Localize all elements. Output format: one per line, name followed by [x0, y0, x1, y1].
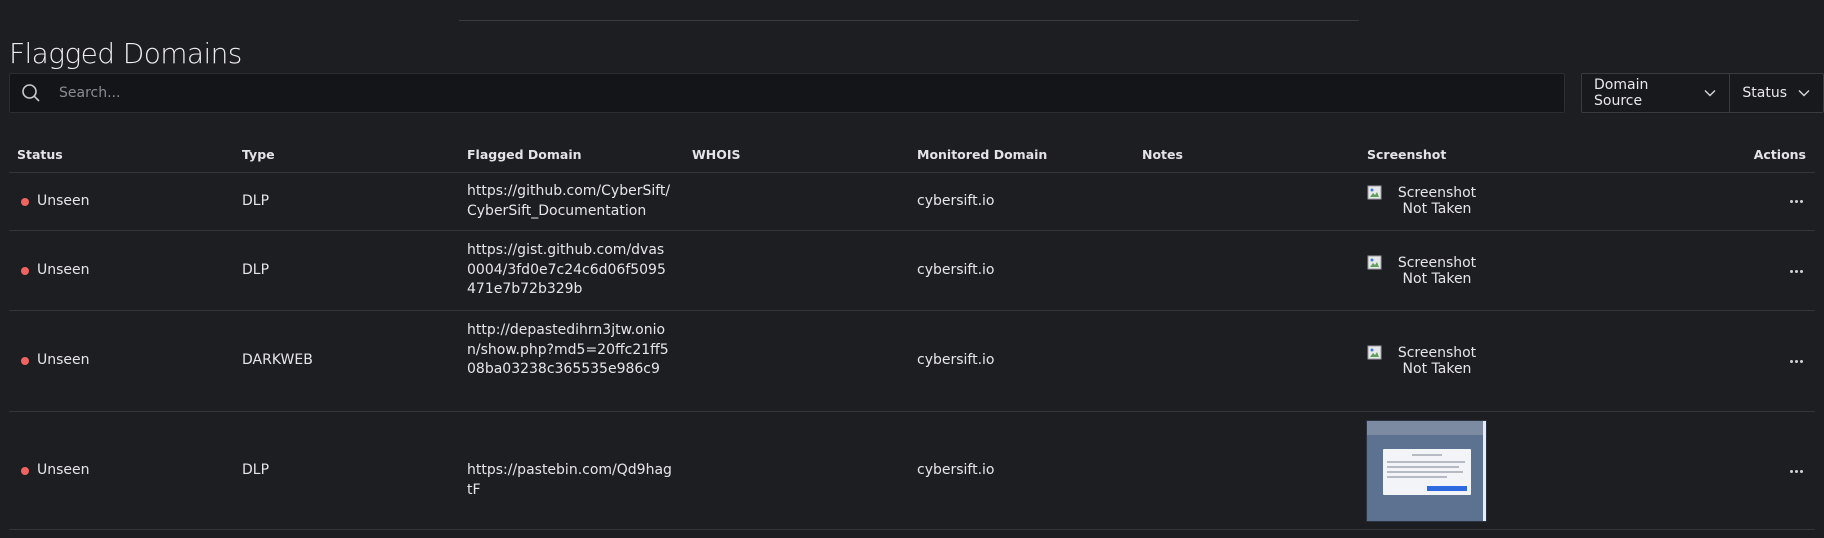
row-actions-button[interactable]	[1790, 200, 1803, 203]
status-cell: Unseen	[21, 261, 90, 280]
table-row[interactable]: Unseen DARKWEB http://depastedihrn3jtw.o…	[9, 311, 1815, 412]
row-actions-button[interactable]	[1790, 470, 1803, 473]
status-dot-icon	[21, 356, 29, 365]
more-horizontal-icon	[1790, 200, 1793, 203]
status-cell: Unseen	[21, 351, 90, 370]
status-dot-icon	[21, 197, 29, 206]
status-filter-button[interactable]: Status	[1729, 74, 1823, 112]
screenshot-alt-text: Screenshot Not Taken	[1397, 185, 1477, 217]
row-actions-button[interactable]	[1790, 270, 1803, 273]
broken-image-icon	[1367, 185, 1383, 201]
status-label: Unseen	[37, 262, 90, 278]
domain-source-filter-label: Domain Source	[1594, 77, 1649, 109]
status-label: Unseen	[37, 193, 90, 209]
column-header-monitored-domain[interactable]: Monitored Domain	[917, 147, 1047, 162]
page-title: Flagged Domains	[9, 37, 242, 70]
column-header-screenshot[interactable]: Screenshot	[1367, 147, 1446, 162]
status-dot-icon	[21, 466, 29, 475]
screenshot-alt-text: Screenshot Not Taken	[1397, 255, 1477, 287]
status-label: Unseen	[37, 462, 90, 478]
broken-image-icon	[1367, 345, 1383, 361]
screenshot-alt-text: Screenshot Not Taken	[1397, 345, 1477, 377]
type-cell: DLP	[242, 262, 270, 278]
flagged-domain-link[interactable]: https://github.com/CyberSift/CyberSift_D…	[467, 182, 673, 221]
screenshot-thumbnail[interactable]	[1366, 420, 1487, 522]
monitored-domain-cell: cybersift.io	[917, 193, 995, 209]
chevron-down-icon	[1797, 86, 1811, 100]
chevron-down-icon	[1703, 86, 1717, 100]
search-box[interactable]	[9, 73, 1565, 113]
domain-source-filter-button[interactable]: Domain Source	[1582, 74, 1729, 112]
column-header-actions: Actions	[1753, 147, 1806, 162]
column-header-flagged-domain[interactable]: Flagged Domain	[467, 147, 582, 162]
search-input[interactable]	[59, 85, 1564, 101]
status-label: Unseen	[37, 352, 90, 368]
table-row[interactable]: Unseen DLP https://gist.github.com/dvas0…	[9, 231, 1815, 311]
monitored-domain-cell: cybersift.io	[917, 462, 995, 478]
column-header-status[interactable]: Status	[17, 147, 63, 162]
column-header-type[interactable]: Type	[242, 147, 275, 162]
top-divider	[459, 20, 1359, 21]
table-row[interactable]: Unseen DLP https://github.com/CyberSift/…	[9, 173, 1815, 231]
monitored-domain-cell: cybersift.io	[917, 352, 995, 368]
status-filter-label: Status	[1742, 85, 1787, 101]
more-horizontal-icon	[1790, 360, 1793, 363]
screenshot-image	[1366, 420, 1487, 522]
type-cell: DLP	[242, 462, 270, 478]
screenshot-placeholder[interactable]: Screenshot Not Taken	[1367, 345, 1489, 377]
status-cell: Unseen	[21, 461, 90, 480]
monitored-domain-cell: cybersift.io	[917, 262, 995, 278]
column-header-whois[interactable]: WHOIS	[692, 147, 741, 162]
type-cell: DLP	[242, 193, 270, 209]
table-header: Status Type Flagged Domain WHOIS Monitor…	[9, 140, 1815, 173]
flagged-domain-link[interactable]: http://depastedihrn3jtw.onion/show.php?m…	[467, 321, 673, 380]
broken-image-icon	[1367, 255, 1383, 271]
search-icon	[20, 82, 42, 104]
status-cell: Unseen	[21, 192, 90, 211]
table-row[interactable]: Unseen DLP https://pastebin.com/Qd9hagtF…	[9, 412, 1815, 530]
flagged-domains-table: Status Type Flagged Domain WHOIS Monitor…	[9, 140, 1815, 530]
status-dot-icon	[21, 266, 29, 275]
more-horizontal-icon	[1790, 470, 1793, 473]
row-actions-button[interactable]	[1790, 360, 1803, 363]
flagged-domain-link[interactable]: https://pastebin.com/Qd9hagtF	[467, 461, 673, 500]
filter-group: Domain Source Status	[1581, 73, 1824, 113]
screenshot-placeholder[interactable]: Screenshot Not Taken	[1367, 185, 1489, 217]
more-horizontal-icon	[1790, 270, 1793, 273]
column-header-notes[interactable]: Notes	[1142, 147, 1183, 162]
screenshot-placeholder[interactable]: Screenshot Not Taken	[1367, 255, 1489, 287]
flagged-domain-link[interactable]: https://gist.github.com/dvas0004/3fd0e7c…	[467, 241, 673, 300]
type-cell: DARKWEB	[242, 352, 313, 368]
